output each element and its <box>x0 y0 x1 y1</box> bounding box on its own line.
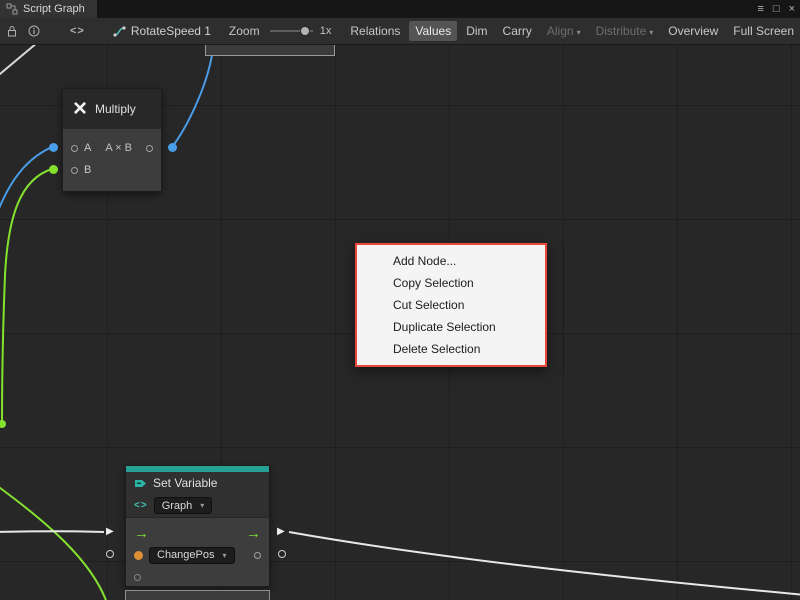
wire-blue-input <box>0 147 52 211</box>
flow-row: → → <box>126 522 269 544</box>
offscreen-node-edge-bottom[interactable] <box>125 590 270 600</box>
port-output-icon[interactable] <box>146 145 153 152</box>
window-menu-icon[interactable]: ≡ <box>757 4 763 15</box>
wire-green-endpoint <box>0 420 6 428</box>
external-port-right-icon[interactable] <box>278 550 286 558</box>
set-variable-subheader: <> Graph ▾ <box>126 494 269 518</box>
tab-title: Script Graph <box>23 3 85 15</box>
distribute-dropdown-button[interactable]: Distribute▾ <box>590 21 660 41</box>
graph-asset-icon <box>113 25 126 38</box>
wire-green-bottom <box>0 485 107 600</box>
variable-scope-dropdown[interactable]: Graph ▾ <box>154 497 213 514</box>
caret-down-icon: ▾ <box>223 551 227 560</box>
set-variable-title: Set Variable <box>153 476 217 490</box>
port-a-label: A <box>84 142 91 154</box>
flow-in-arrow-icon[interactable]: ▶ <box>106 527 114 537</box>
window-controls: ≡ □ × <box>757 0 795 18</box>
graph-toolbar: <> RotateSpeed 1 Zoom 1x Relations Value… <box>0 18 800 45</box>
graph-name: RotateSpeed 1 <box>131 24 211 38</box>
menu-item-add-node[interactable]: Add Node... <box>357 250 545 272</box>
variable-value-row: ChangePos ▾ <box>126 544 269 566</box>
align-dropdown-button[interactable]: Align▾ <box>541 21 587 41</box>
input-port-icon[interactable] <box>134 574 141 581</box>
offscreen-node-edge-top[interactable] <box>205 45 335 56</box>
tab-script-graph[interactable]: Script Graph <box>0 0 97 18</box>
set-variable-body: → → ChangePos ▾ <box>126 518 269 586</box>
relations-button[interactable]: Relations <box>344 21 406 41</box>
flow-output-icon[interactable]: → <box>246 526 261 541</box>
carry-button[interactable]: Carry <box>497 21 538 41</box>
variable-name-value: ChangePos <box>157 549 215 561</box>
port-a-icon[interactable] <box>71 145 78 152</box>
multiply-row-b: B <box>63 159 161 181</box>
zoom-slider[interactable] <box>270 30 313 32</box>
multiply-icon: × <box>73 97 87 121</box>
lock-icon[interactable] <box>6 25 18 37</box>
set-variable-icon <box>134 477 147 490</box>
multiply-row-a: A A × B <box>63 137 161 159</box>
unity-window: Script Graph ≡ □ × <> <box>0 0 800 600</box>
flow-input-icon[interactable]: → <box>134 526 149 541</box>
info-icon[interactable] <box>28 25 40 37</box>
multiply-node[interactable]: × Multiply A A × B B <box>62 88 162 192</box>
window-maximize-icon[interactable]: □ <box>773 4 780 15</box>
code-view-icon[interactable]: <> <box>70 25 85 37</box>
port-output-connection-dot[interactable] <box>168 143 177 152</box>
port-a-connection-dot[interactable] <box>49 143 58 152</box>
wire-white-flow-in <box>0 531 104 532</box>
zoom-slider-knob[interactable] <box>300 26 310 36</box>
port-b-icon[interactable] <box>71 167 78 174</box>
multiply-node-title: Multiply <box>95 102 136 116</box>
caret-down-icon: ▾ <box>200 501 204 510</box>
values-button[interactable]: Values <box>409 21 457 41</box>
extra-port-row <box>126 566 269 588</box>
menu-item-delete-selection[interactable]: Delete Selection <box>357 338 545 360</box>
variable-name-dropdown[interactable]: ChangePos ▾ <box>149 547 235 564</box>
script-graph-icon <box>6 3 18 15</box>
scope-value: Graph <box>162 500 193 512</box>
window-close-icon[interactable]: × <box>789 4 795 15</box>
variable-port-dot[interactable] <box>134 551 143 560</box>
wire-green-left <box>2 169 52 423</box>
titlebar: Script Graph ≡ □ × <box>0 0 800 18</box>
wire-white-top-left <box>0 45 44 79</box>
port-output-label: A × B <box>97 142 140 154</box>
graph-canvas[interactable]: × Multiply A A × B B Add Node <box>0 45 800 600</box>
value-output-port-icon[interactable] <box>254 552 261 559</box>
flow-out-arrow-icon[interactable]: ▶ <box>277 527 285 537</box>
caret-down-icon: ▾ <box>577 28 581 37</box>
set-variable-node[interactable]: Set Variable <> Graph ▾ → → ChangePos <box>125 465 270 587</box>
multiply-node-body: A A × B B <box>63 129 161 191</box>
multiply-node-header[interactable]: × Multiply <box>63 89 161 129</box>
scope-icon: <> <box>134 500 148 511</box>
external-port-left-icon[interactable] <box>106 550 114 558</box>
zoom-label: Zoom <box>229 24 260 38</box>
wire-white-flow-out <box>289 532 800 595</box>
context-menu: Add Node... Copy Selection Cut Selection… <box>355 243 547 367</box>
dim-button[interactable]: Dim <box>460 21 493 41</box>
fullscreen-button[interactable]: Full Screen <box>727 21 800 41</box>
port-b-connection-dot[interactable] <box>49 165 58 174</box>
menu-item-duplicate-selection[interactable]: Duplicate Selection <box>357 316 545 338</box>
overview-button[interactable]: Overview <box>662 21 724 41</box>
set-variable-header[interactable]: Set Variable <box>126 472 269 494</box>
graph-breadcrumb[interactable]: RotateSpeed 1 <box>113 24 211 38</box>
menu-item-cut-selection[interactable]: Cut Selection <box>357 294 545 316</box>
caret-down-icon: ▾ <box>649 28 653 37</box>
wire-blue-output <box>172 55 212 147</box>
port-b-label: B <box>84 164 91 176</box>
zoom-value: 1x <box>320 25 332 37</box>
menu-item-copy-selection[interactable]: Copy Selection <box>357 272 545 294</box>
